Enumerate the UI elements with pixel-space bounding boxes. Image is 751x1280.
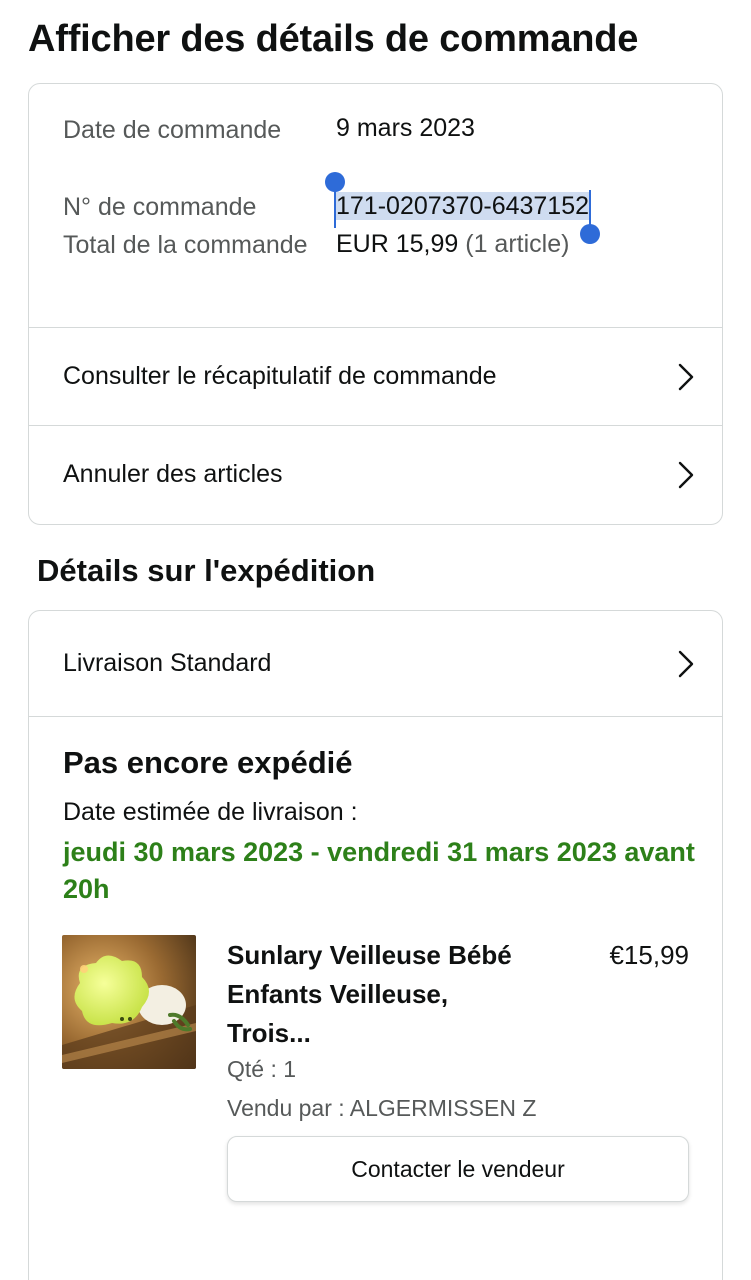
order-number-text: 171-0207370-6437152 [336, 192, 590, 220]
estimated-delivery-label: Date estimée de livraison : [63, 798, 358, 826]
order-info-card: Date de commande 9 mars 2023 N° de comma… [28, 83, 723, 525]
order-total-value: EUR 15,99 (1 article) [336, 225, 569, 264]
product-quantity: Qté : 1 [227, 1056, 297, 1082]
product-title-link[interactable]: Sunlary Veilleuse Bébé Enfants Veilleuse… [227, 936, 527, 1053]
estimated-delivery-date: jeudi 30 mars 2023 - vendredi 31 mars 20… [63, 837, 695, 904]
order-summary-link[interactable]: Consulter le récapitulatif de commande [29, 327, 722, 425]
order-summary-label: Consulter le récapitulatif de commande [63, 362, 497, 390]
order-number-value[interactable]: 171-0207370-6437152 [325, 172, 601, 244]
product-image[interactable] [62, 935, 196, 1069]
contact-seller-button[interactable]: Contacter le vendeur [227, 1136, 689, 1202]
shipping-section-title: Détails sur l'expédition [37, 553, 376, 588]
text-selection-end-handle[interactable] [580, 190, 601, 246]
order-date-label: Date de commande [63, 116, 282, 144]
product-price: €15,99 [609, 940, 689, 970]
shipping-method-link[interactable]: Livraison Standard [29, 611, 722, 717]
order-number-label: N° de commande [63, 193, 257, 221]
shipping-method-label: Livraison Standard [63, 649, 272, 677]
shipment-status: Pas encore expédié [63, 745, 353, 780]
order-date-value: 9 mars 2023 [336, 114, 475, 142]
cancel-items-link[interactable]: Annuler des articles [29, 425, 722, 523]
order-total-amount: EUR 15,99 [336, 230, 459, 258]
order-item-count: (1 article) [465, 230, 570, 258]
chevron-right-icon [678, 363, 694, 390]
selected-order-number[interactable]: 171-0207370-6437152 [325, 172, 601, 244]
page-title: Afficher des détails de commande [28, 18, 639, 60]
shipping-card: Livraison Standard Pas encore expédié Da… [28, 610, 723, 1280]
order-info-block: Date de commande 9 mars 2023 N° de comma… [29, 84, 722, 327]
product-seller: Vendu par : ALGERMISSEN Z [227, 1095, 537, 1121]
text-selection-start-handle[interactable] [325, 172, 345, 228]
night-light-product-photo [62, 935, 196, 1069]
cancel-items-label: Annuler des articles [63, 460, 283, 488]
order-total-label: Total de la commande [63, 231, 308, 259]
chevron-right-icon [678, 461, 694, 488]
chevron-right-icon [678, 650, 694, 677]
